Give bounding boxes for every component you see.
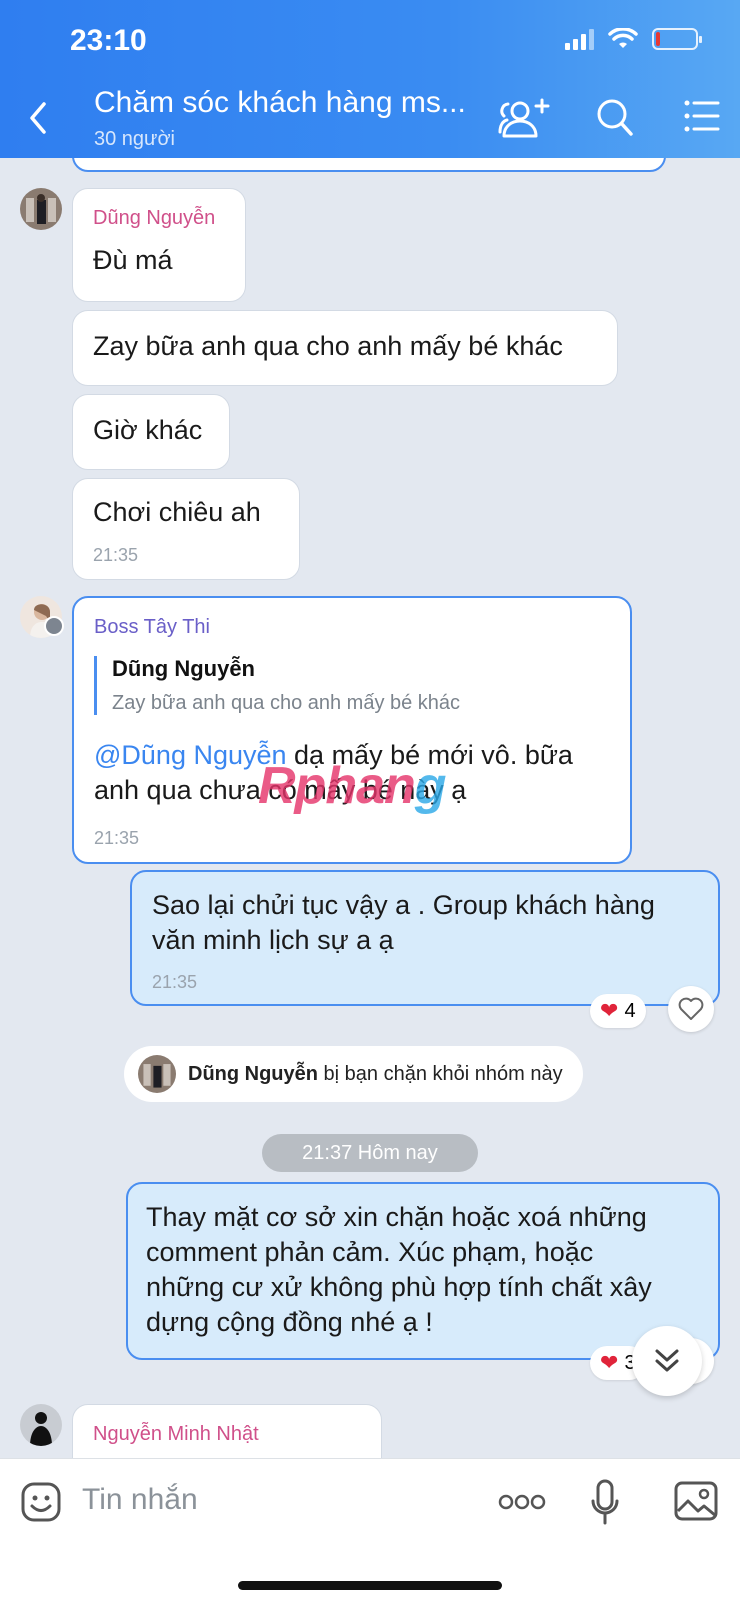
message-text: Sao lại chửi tục vậy a . Group khách hàn…: [152, 888, 655, 958]
scroll-to-bottom-button[interactable]: [632, 1326, 702, 1396]
reply-message-bubble[interactable]: Boss Tây Thi Dũng Nguyễn Zay bữa anh qua…: [72, 596, 632, 864]
message-line: những cư xử không phù hợp tính chất xây: [146, 1272, 652, 1302]
heart-outline-icon: [678, 997, 704, 1020]
sender-name[interactable]: Nguyễn Minh Nhật: [93, 1423, 259, 1446]
back-button[interactable]: [22, 98, 54, 138]
react-button[interactable]: [668, 986, 714, 1032]
wifi-icon: [608, 28, 638, 48]
message-bubble[interactable]: Dũng Nguyễn Đù má: [72, 188, 246, 302]
avatar[interactable]: [20, 188, 62, 230]
message-time: 21:35: [93, 545, 139, 565]
message-input[interactable]: [82, 1483, 382, 1517]
quoted-sender: Dũng Nguyễn: [112, 656, 255, 681]
status-icons: [565, 28, 702, 50]
my-message-bubble[interactable]: Sao lại chửi tục vậy a . Group khách hàn…: [130, 870, 720, 1006]
quoted-text: Zay bữa anh qua cho anh mấy bé khác: [112, 692, 461, 714]
reaction-summary[interactable]: ❤ 4: [590, 994, 646, 1028]
key-badge-icon: [44, 616, 64, 636]
avatar: [138, 1055, 176, 1093]
my-message-bubble[interactable]: Thay mặt cơ sở xin chặn hoặc xoá những c…: [126, 1182, 720, 1360]
sticker-icon[interactable]: [20, 1481, 62, 1523]
message-line: Sao lại chửi tục vậy a . Group khách hàn…: [152, 890, 655, 920]
menu-list-icon[interactable]: [684, 98, 720, 134]
image-gallery-icon[interactable]: [674, 1481, 718, 1521]
add-member-icon[interactable]: [496, 98, 552, 140]
message-line: dựng cộng đồng nhé ạ !: [146, 1307, 433, 1337]
sender-name[interactable]: Dũng Nguyễn: [93, 207, 215, 230]
message-text: Giờ khác: [93, 415, 203, 445]
battery-icon: [652, 28, 702, 50]
heart-icon: ❤: [600, 1350, 619, 1375]
more-options-icon[interactable]: [498, 1493, 546, 1511]
message-line: văn minh lịch sự a ạ: [152, 925, 394, 955]
message-text: Thay mặt cơ sở xin chặn hoặc xoá những c…: [146, 1200, 652, 1340]
message-bubble[interactable]: Chơi chiêu ah 21:35: [72, 478, 300, 580]
message-list[interactable]: Dũng Nguyễn Đù má Zay bữa anh qua cho an…: [0, 158, 740, 1458]
message-time: 21:35: [94, 828, 140, 848]
message-bubble[interactable]: Zay bữa anh qua cho anh mấy bé khác: [72, 310, 618, 386]
message-bubble[interactable]: Giờ khác: [72, 394, 230, 470]
message-text: Zay bữa anh qua cho anh mấy bé khác: [93, 331, 563, 361]
search-icon[interactable]: [596, 98, 634, 138]
time-divider: 21:37 Hôm nay: [262, 1134, 478, 1172]
system-message: bị bạn chặn khỏi nhóm này: [318, 1062, 563, 1085]
group-title[interactable]: Chăm sóc khách hàng ms...: [94, 86, 484, 120]
system-user-name: Dũng Nguyễn: [188, 1062, 318, 1085]
message-text: Chơi chiêu ah: [93, 497, 261, 527]
heart-icon: ❤: [600, 998, 619, 1023]
message-text: Đù má: [93, 245, 173, 275]
message-bubble[interactable]: Nguyễn Minh Nhật: [72, 1404, 382, 1458]
message-bubble-partial[interactable]: [72, 158, 666, 172]
message-line: Thay mặt cơ sở xin chặn hoặc xoá những: [146, 1202, 647, 1232]
chat-header: 23:10 Chăm sóc khách hàng ms... 30 người: [0, 0, 740, 158]
system-text: Dũng Nguyễn bị bạn chặn khỏi nhóm này: [188, 1063, 563, 1086]
status-time: 23:10: [70, 24, 147, 57]
avatar[interactable]: [20, 1404, 62, 1446]
double-chevron-down-icon: [655, 1349, 679, 1372]
system-notice: Dũng Nguyễn bị bạn chặn khỏi nhóm này: [124, 1046, 583, 1102]
quoted-message[interactable]: Dũng Nguyễn Zay bữa anh qua cho anh mấy …: [94, 656, 460, 715]
home-indicator: [238, 1581, 502, 1590]
message-line: comment phản cảm. Xúc phạm, hoặc: [146, 1237, 594, 1267]
watermark-logo: Rphang: [258, 757, 447, 815]
message-input-bar: [0, 1458, 740, 1600]
message-time: 21:35: [152, 972, 198, 992]
member-count: 30 người: [94, 128, 175, 150]
sender-name[interactable]: Boss Tây Thi: [94, 616, 210, 639]
microphone-icon[interactable]: [590, 1479, 620, 1527]
signal-icon: [565, 28, 594, 50]
reaction-count: 4: [624, 999, 636, 1022]
